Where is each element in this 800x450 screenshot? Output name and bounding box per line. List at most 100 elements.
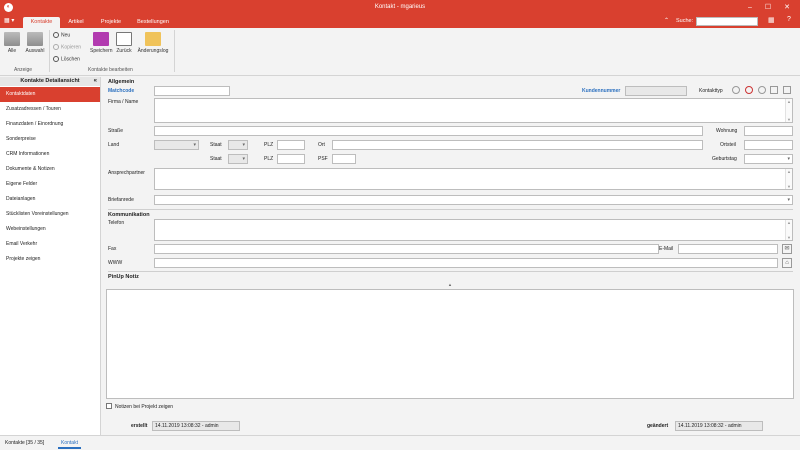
person-red-icon[interactable] [745, 86, 753, 94]
section-kommunikation: Kommunikation [108, 212, 150, 218]
copy-person-icon [53, 44, 59, 50]
geburtstag-label: Geburtstag [712, 156, 737, 162]
divider [108, 209, 793, 210]
email-input[interactable] [678, 244, 778, 254]
chevron-up-icon[interactable]: ▲ [448, 282, 452, 287]
sidebar-item-dateianlagen[interactable]: Dateianlagen [0, 192, 100, 207]
geburtstag-picker[interactable]: ▾ [744, 154, 793, 164]
sidebar-item-sonderpreise[interactable]: Sonderpreise [0, 132, 100, 147]
sidebar-item-webeinstellungen[interactable]: Webeinstellungen [0, 222, 100, 237]
person-group-icon[interactable] [758, 86, 766, 94]
loeschen-button[interactable]: Löschen [53, 56, 80, 62]
ort-input[interactable] [332, 140, 703, 150]
sidebar-item-crm[interactable]: CRM Informationen [0, 147, 100, 162]
matchcode-input[interactable] [154, 86, 230, 96]
tab-bestellungen[interactable]: Bestellungen [130, 17, 176, 28]
staat-select[interactable]: ▾ [228, 140, 248, 150]
strasse-input[interactable] [154, 126, 703, 136]
speichern-button[interactable]: Speichern [90, 32, 113, 54]
search-input[interactable] [696, 17, 758, 26]
zurueck-button[interactable]: Zurück [115, 32, 133, 54]
alle-button[interactable]: Alle [4, 32, 20, 54]
kontakttyp-label: Kontakttyp [699, 88, 723, 94]
sidebar-item-stuecklisten[interactable]: Stücklisten Voreinstellungen [0, 207, 100, 222]
geaendert-label: geändert [647, 423, 669, 429]
status-tab-kontakt[interactable]: Kontakt [58, 438, 81, 449]
notizen-checkbox[interactable] [106, 403, 112, 409]
aenderungslog-button[interactable]: Änderungslog [137, 32, 169, 54]
ortsteil-input[interactable] [744, 140, 793, 150]
status-tab-kontakte[interactable]: Kontakte [35 / 35] [2, 438, 47, 449]
auswahl-button[interactable]: Auswahl [24, 32, 46, 54]
home-icon[interactable]: ⌂ [782, 258, 792, 268]
plz2-input[interactable] [277, 154, 305, 164]
loeschen-label: Löschen [61, 56, 80, 63]
geaendert-value: 14.11.2019 13:08:32 - admin [675, 421, 763, 431]
chevron-down-icon: ▾ [242, 142, 245, 148]
neu-button[interactable]: Neu [53, 32, 70, 38]
plz-input[interactable] [277, 140, 305, 150]
menu-bar: ▦ ▾ Kontakte Artikel Projekte Bestellung… [0, 15, 800, 28]
sidebar-item-projekte[interactable]: Projekte zeigen [0, 252, 100, 267]
ortsteil-label: Ortsteil [720, 142, 736, 148]
sidebar-item-eigene-felder[interactable]: Eigene Felder [0, 177, 100, 192]
aenderungslog-label: Änderungslog [137, 48, 169, 54]
building-icon[interactable] [783, 86, 791, 94]
group-separator [174, 30, 175, 72]
alle-label: Alle [7, 48, 17, 54]
pinup-textarea[interactable] [106, 289, 794, 399]
list-selection-icon [27, 32, 43, 46]
main-form: Allgemein Matchcode Kundennummer Kontakt… [102, 77, 800, 435]
erstellt-label: erstellt [131, 423, 148, 429]
erstellt-value: 14.11.2019 13:08:32 - admin [152, 421, 240, 431]
sidebar-item-kontaktdaten[interactable]: Kontaktdaten [0, 87, 100, 102]
sidebar-item-finanzdaten[interactable]: Finanzdaten / Einordnung [0, 117, 100, 132]
tab-projekte[interactable]: Projekte [94, 17, 128, 28]
www-input[interactable] [154, 258, 778, 268]
tab-kontakte[interactable]: Kontakte [23, 17, 60, 28]
minimize-icon[interactable]: – [744, 2, 756, 13]
chevron-down-icon: ▾ [787, 197, 790, 203]
ansprechpartner-scrollbar[interactable]: ▲ ▼ [785, 169, 792, 189]
email-icon[interactable]: ✉ [782, 244, 792, 254]
ansprechpartner-textarea[interactable]: ▲ ▼ [154, 168, 793, 190]
staat2-label: Staat [210, 156, 222, 162]
close-icon[interactable]: ✕ [781, 2, 793, 13]
kopieren-label: Kopieren [61, 44, 82, 51]
sidebar-header: Kontakte Detailansicht « [0, 77, 100, 86]
kopieren-button[interactable]: Kopieren [53, 44, 81, 50]
calendar-icon[interactable]: ▦ [768, 16, 775, 24]
telefon-textarea[interactable]: ▲ ▼ [154, 219, 793, 241]
briefanrede-select[interactable]: ▾ [154, 195, 793, 205]
firma-textarea[interactable]: ▲ ▼ [154, 98, 793, 123]
fax-input[interactable] [154, 244, 659, 254]
grid-menu-icon[interactable]: ▦ ▾ [4, 17, 20, 26]
land-select[interactable]: ▾ [154, 140, 199, 150]
help-icon[interactable]: ? [787, 16, 791, 23]
collapse-sidebar-icon[interactable]: « [94, 77, 97, 86]
wohnung-input[interactable] [744, 126, 793, 136]
tab-artikel[interactable]: Artikel [62, 17, 90, 28]
kundennummer-label: Kundennummer [582, 88, 621, 94]
handshake-icon[interactable] [770, 86, 778, 94]
back-icon [116, 32, 132, 46]
sidebar-item-dokumente[interactable]: Dokumente & Notizen [0, 162, 100, 177]
search-label: Suche: [676, 18, 694, 24]
telefon-scrollbar[interactable]: ▲ ▼ [785, 220, 792, 240]
new-person-icon [53, 32, 59, 38]
telefon-label: Telefon [108, 220, 125, 226]
chevron-up-icon[interactable]: ⌃ [664, 17, 669, 24]
sidebar-item-email[interactable]: Email Verkehr [0, 237, 100, 252]
sidebar-item-zusatzadressen[interactable]: Zusatzadressen / Touren [0, 102, 100, 117]
sidebar: Kontakte Detailansicht « Kontaktdaten Zu… [0, 77, 101, 435]
kundennummer-input[interactable] [625, 86, 687, 96]
staat2-select[interactable]: ▾ [228, 154, 248, 164]
maximize-icon[interactable]: ☐ [762, 2, 774, 13]
briefanrede-label: Briefanrede [108, 197, 134, 203]
strasse-label: Straße [108, 128, 124, 134]
psf-input[interactable] [332, 154, 356, 164]
www-label: WWW [108, 260, 123, 266]
firma-scrollbar[interactable]: ▲ ▼ [785, 99, 792, 122]
person-type-icon[interactable] [732, 86, 740, 94]
neu-label: Neu [61, 32, 71, 39]
